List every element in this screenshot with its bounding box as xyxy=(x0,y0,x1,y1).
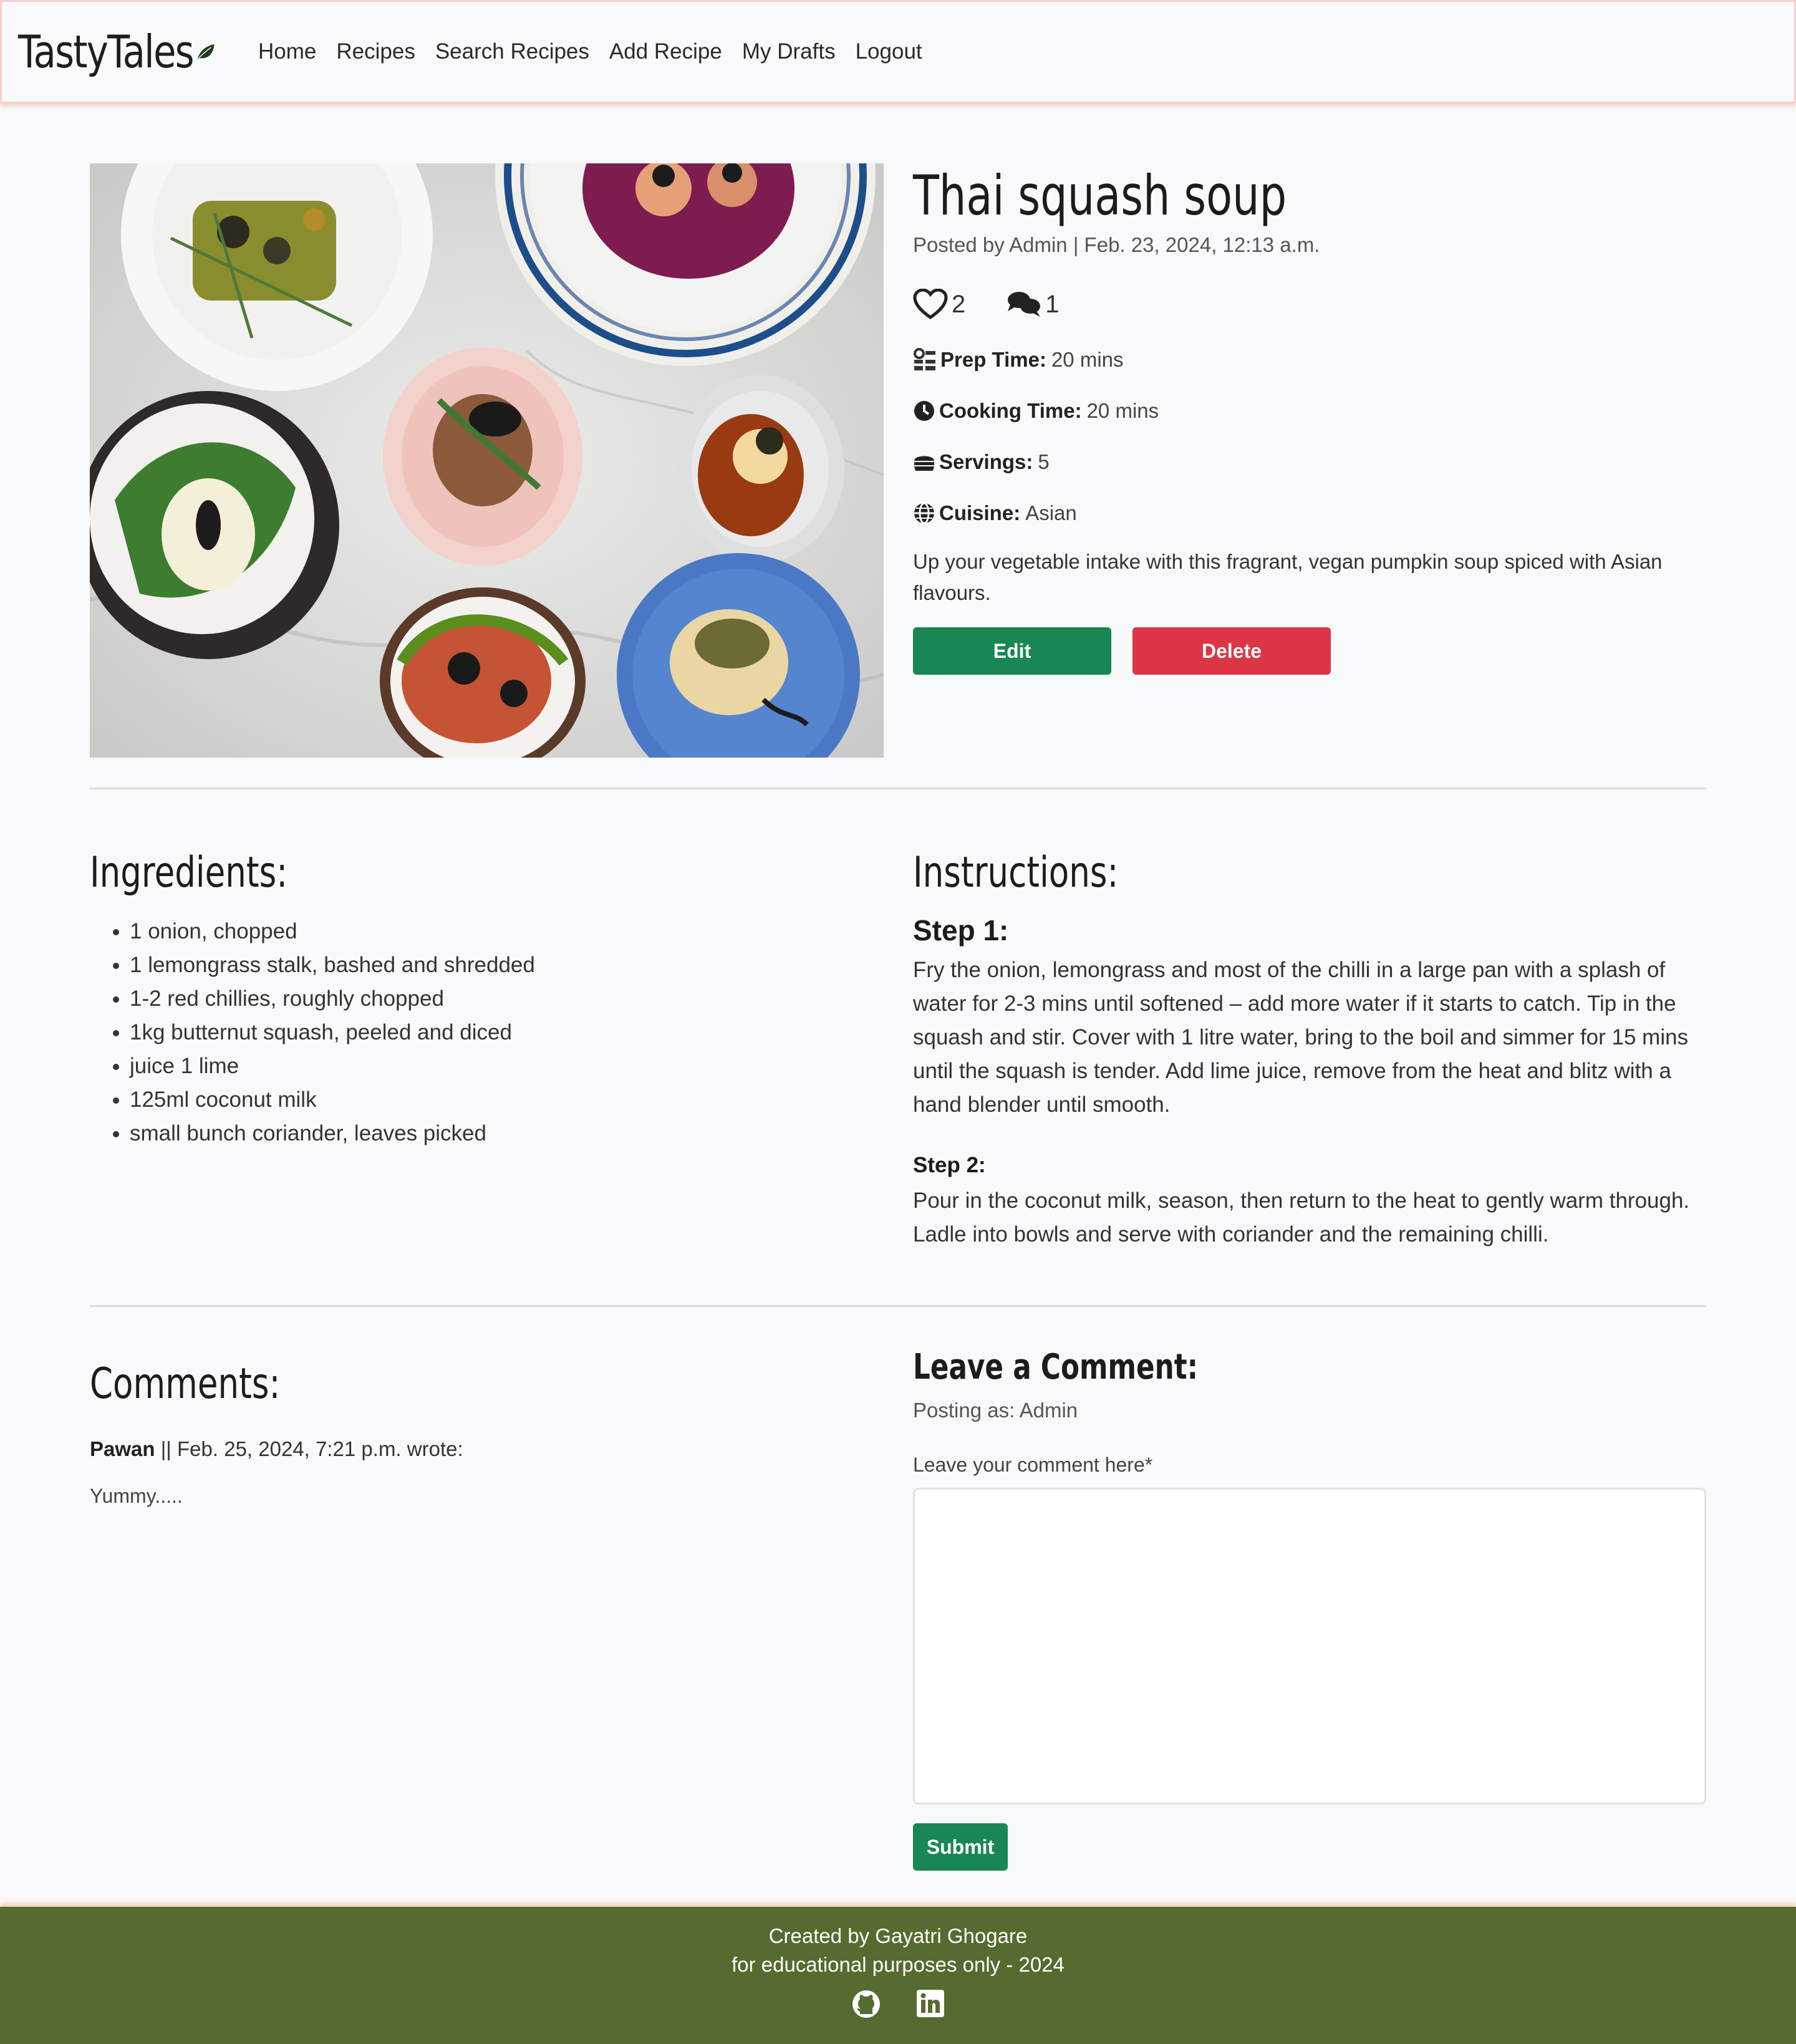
servings-row: Servings: 5 xyxy=(913,448,1706,476)
cook-time-row: Cooking Time: 20 mins xyxy=(913,397,1706,425)
step-1-text: Fry the onion, lemongrass and most of th… xyxy=(913,958,1689,1117)
comments-title: Comments: xyxy=(90,1359,281,1409)
heart-icon xyxy=(913,289,948,320)
like-count: 2 xyxy=(952,290,966,318)
recipe-info: Thai squash soup Posted by Admin | Feb. … xyxy=(913,163,1706,675)
comment-meta: || Feb. 25, 2024, 7:21 p.m. wrote: xyxy=(155,1437,463,1460)
ingredient-item: 1-2 red chillies, roughly chopped xyxy=(130,982,869,1016)
social-links xyxy=(0,1989,1796,2019)
posting-as: Posting as: Admin xyxy=(913,1399,1078,1422)
ingredients-title: Ingredients: xyxy=(90,848,288,897)
step-2-text: Pour in the coconut milk, season, then r… xyxy=(913,1188,1690,1246)
servings-value: 5 xyxy=(1038,450,1050,473)
nav-logout[interactable]: Logout xyxy=(856,39,922,64)
cuisine-row: Cuisine: Asian xyxy=(913,499,1706,528)
comment-author: Pawan xyxy=(90,1437,155,1460)
submit-button[interactable]: Submit xyxy=(913,1823,1008,1871)
nav-links: Home Recipes Search Recipes Add Recipe M… xyxy=(258,39,942,64)
comments-icon xyxy=(1008,292,1041,317)
ingredient-item: juice 1 lime xyxy=(130,1049,869,1083)
cuisine-value: Asian xyxy=(1025,501,1077,524)
brand-name: TastyTales xyxy=(18,26,195,78)
linkedin-icon[interactable] xyxy=(916,1989,945,2019)
footer-credit: Created by Gayatri Ghogare xyxy=(768,1924,1028,1947)
like-button[interactable]: 2 xyxy=(913,289,965,320)
delete-button[interactable]: Delete xyxy=(1132,627,1331,675)
ingredients-section: Ingredients: 1 onion, chopped 1 lemongra… xyxy=(90,848,869,1150)
recipe-description: Up your vegetable intake with this fragr… xyxy=(913,550,1663,604)
leave-comment-title: Leave a Comment: xyxy=(913,1347,1199,1387)
servings-label: Servings: xyxy=(939,450,1033,473)
footer: Created by Gayatri Ghogare for education… xyxy=(0,1907,1796,2044)
comment-textarea[interactable] xyxy=(913,1488,1706,1805)
globe-icon xyxy=(914,502,934,524)
ingredient-item: 125ml coconut milk xyxy=(130,1083,869,1117)
comment-header: Pawan || Feb. 25, 2024, 7:21 p.m. wrote: xyxy=(90,1437,869,1461)
divider xyxy=(90,1305,1706,1307)
brand-logo[interactable]: TastyTales xyxy=(18,26,215,78)
burger-icon xyxy=(914,456,934,471)
posted-by: Posted by Admin | Feb. 23, 2024, 12:13 a… xyxy=(913,233,1320,256)
prep-icon xyxy=(914,348,935,370)
step-2-title: Step 2: xyxy=(913,1153,986,1177)
recipe-title: Thai squash soup xyxy=(913,163,1287,228)
nav-my-drafts[interactable]: My Drafts xyxy=(742,39,836,64)
ingredient-item: small bunch coriander, leaves picked xyxy=(130,1117,869,1150)
ingredient-item: 1 onion, chopped xyxy=(130,915,869,948)
leaf-icon xyxy=(196,44,215,61)
nav-recipes[interactable]: Recipes xyxy=(336,39,415,64)
recipe-image xyxy=(90,163,884,758)
recipe-photo xyxy=(90,163,884,758)
comment-body: Yummy..... xyxy=(90,1485,183,1507)
recipe-actions: Edit Delete xyxy=(913,627,1706,675)
cook-label: Cooking Time: xyxy=(939,399,1082,422)
divider xyxy=(90,788,1706,789)
comment-count: 1 xyxy=(1045,290,1060,318)
clock-icon xyxy=(914,401,934,421)
comment-count-badge: 1 xyxy=(1007,290,1060,319)
prep-label: Prep Time: xyxy=(940,348,1046,371)
recipe-stats: 2 1 xyxy=(913,286,1706,323)
ingredient-item: 1 lemongrass stalk, bashed and shredded xyxy=(130,948,869,982)
ingredients-list: 1 onion, chopped 1 lemongrass stalk, bas… xyxy=(90,915,869,1150)
edit-button[interactable]: Edit xyxy=(913,627,1111,675)
footer-note: for educational purposes only - 2024 xyxy=(731,1953,1065,1976)
nav-add-recipe[interactable]: Add Recipe xyxy=(609,39,722,64)
step-1-title: Step 1: xyxy=(913,914,1009,947)
instructions-section: Instructions: Step 1: Fry the onion, lem… xyxy=(913,848,1706,1251)
leave-comment-section: Leave a Comment: Posting as: Admin Leave… xyxy=(913,1347,1706,1871)
cook-value: 20 mins xyxy=(1086,399,1159,422)
instructions-title: Instructions: xyxy=(913,848,1119,897)
comments-section: Comments: Pawan || Feb. 25, 2024, 7:21 p… xyxy=(90,1359,869,1508)
ingredient-item: 1kg butternut squash, peeled and diced xyxy=(130,1016,869,1049)
nav-home[interactable]: Home xyxy=(258,39,316,64)
navbar: TastyTales Home Recipes Search Recipes A… xyxy=(0,0,1796,104)
comment-field-label: Leave your comment here* xyxy=(913,1453,1153,1476)
nav-search-recipes[interactable]: Search Recipes xyxy=(435,39,589,64)
prep-value: 20 mins xyxy=(1051,348,1124,371)
github-icon[interactable] xyxy=(851,1989,881,2019)
cuisine-label: Cuisine: xyxy=(939,501,1021,524)
prep-time-row: Prep Time: 20 mins xyxy=(913,345,1706,374)
